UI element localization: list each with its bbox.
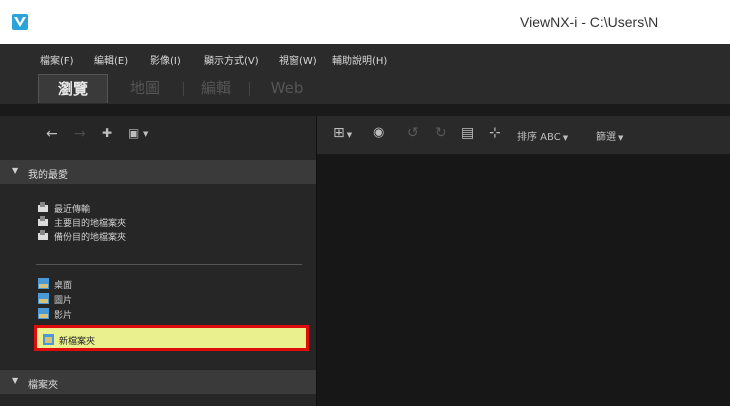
menu-edit[interactable]: 編輯(E) bbox=[94, 52, 128, 67]
backup-folder-icon bbox=[38, 230, 48, 240]
favorite-item-new-folder[interactable]: 新檔案夾 bbox=[34, 325, 309, 351]
transfer-folder-icon bbox=[38, 202, 48, 212]
chevron-down-icon: ▼ bbox=[346, 131, 353, 139]
favorites-view-icon[interactable]: ▣ bbox=[128, 126, 139, 140]
sort-options-icon: ⊹ bbox=[489, 125, 501, 141]
favorite-item-primary-destination[interactable]: 主要目的地檔案夾 bbox=[38, 216, 308, 229]
navigation-bar: ← → ✚ ▣ ▼ bbox=[0, 116, 317, 154]
favorite-item-pictures[interactable]: 圖片 bbox=[38, 293, 308, 306]
tab-separator bbox=[183, 82, 184, 96]
new-folder-icon bbox=[43, 334, 54, 345]
favorite-item-videos[interactable]: 影片 bbox=[38, 308, 308, 321]
favorites-title: 我的最愛 bbox=[28, 170, 68, 181]
tab-map[interactable]: 地圖 bbox=[110, 74, 180, 102]
back-arrow-icon[interactable]: ← bbox=[46, 126, 58, 142]
compare-button[interactable]: ▤ bbox=[461, 125, 474, 143]
favorite-label: 圖片 bbox=[54, 296, 73, 306]
favorite-label: 桌面 bbox=[54, 281, 73, 291]
tab-browse[interactable]: 瀏覽 bbox=[38, 74, 108, 103]
rotate-left-icon: ↺ bbox=[407, 125, 419, 141]
tab-edit[interactable]: 編輯 bbox=[186, 74, 246, 102]
viewer-icon: ◉ bbox=[373, 125, 385, 140]
grid-view-button[interactable]: ⊞ ▼ bbox=[333, 125, 352, 143]
menu-help[interactable]: 輔助說明(H) bbox=[332, 52, 387, 67]
add-favorite-icon[interactable]: ✚ bbox=[102, 126, 112, 140]
tab-separator bbox=[249, 82, 250, 96]
favorite-item-recent-transfer[interactable]: 最近傳輸 bbox=[38, 202, 308, 215]
desktop-folder-icon bbox=[38, 278, 49, 289]
chevron-down-icon[interactable]: ▼ bbox=[12, 376, 18, 385]
menu-bar: 檔案(F) 編輯(E) 影像(I) 顯示方式(V) 視窗(W) 輔助說明(H) bbox=[0, 44, 730, 74]
left-panel: ← → ✚ ▣ ▼ ▼ 我的最愛 ▼ 檔案夾 bbox=[0, 116, 317, 406]
favorite-label: 備份目的地檔案夾 bbox=[54, 233, 127, 243]
favorite-item-backup-destination[interactable]: 備份目的地檔案夾 bbox=[38, 230, 308, 243]
menu-view[interactable]: 顯示方式(V) bbox=[204, 52, 259, 67]
folders-header[interactable]: ▼ 檔案夾 bbox=[0, 370, 317, 394]
favorite-label: 主要目的地檔案夾 bbox=[54, 219, 127, 229]
rotate-right-button[interactable]: ↻ bbox=[435, 125, 447, 143]
favorites-header[interactable]: ▼ 我的最愛 bbox=[0, 160, 317, 184]
favorite-label: 影片 bbox=[54, 311, 73, 321]
viewer-toolbar: ⊞ ▼ ◉ ↺ ↻ ▤ ⊹ 排序 ABC ▼ 篩選 ▼ bbox=[317, 116, 730, 154]
chevron-down-icon: ▼ bbox=[618, 134, 624, 142]
tab-web[interactable]: Web bbox=[252, 74, 322, 102]
destination-folder-icon bbox=[38, 216, 48, 226]
chevron-down-icon: ▼ bbox=[562, 134, 569, 142]
favorite-item-desktop[interactable]: 桌面 bbox=[38, 278, 308, 291]
favorites-divider bbox=[36, 264, 302, 265]
rotate-right-icon: ↻ bbox=[435, 125, 447, 141]
chevron-down-icon[interactable]: ▼ bbox=[12, 166, 18, 175]
mode-tabs: 瀏覽 地圖 編輯 Web bbox=[0, 74, 730, 104]
filter-label: 篩選 bbox=[596, 132, 616, 143]
separator-strip bbox=[0, 104, 730, 116]
compare-icon: ▤ bbox=[461, 125, 475, 141]
sort-button[interactable]: 排序 ABC ▼ bbox=[517, 128, 568, 146]
menu-image[interactable]: 影像(I) bbox=[150, 52, 181, 67]
pictures-folder-icon bbox=[38, 293, 49, 304]
forward-arrow-icon[interactable]: → bbox=[74, 126, 86, 142]
rotate-left-button[interactable]: ↺ bbox=[407, 125, 419, 143]
grid-icon: ⊞ bbox=[333, 125, 345, 141]
sort-options-button[interactable]: ⊹ bbox=[489, 125, 501, 143]
filter-button[interactable]: 篩選 ▼ bbox=[596, 128, 623, 146]
menu-file[interactable]: 檔案(F) bbox=[40, 52, 74, 67]
folders-title: 檔案夾 bbox=[28, 380, 58, 391]
app-logo-icon bbox=[12, 14, 28, 30]
image-viewer-button[interactable]: ◉ bbox=[373, 125, 384, 143]
title-bar: ViewNX-i - C:\Users\N bbox=[0, 0, 730, 44]
videos-folder-icon bbox=[38, 308, 49, 319]
favorite-label: 新檔案夾 bbox=[59, 337, 96, 347]
thumbnail-area[interactable] bbox=[317, 154, 730, 406]
menu-window[interactable]: 視窗(W) bbox=[279, 52, 317, 67]
chevron-down-icon[interactable]: ▼ bbox=[143, 130, 148, 138]
window-title: ViewNX-i - C:\Users\N bbox=[520, 14, 659, 30]
sort-label: 排序 ABC bbox=[517, 132, 561, 143]
favorite-label: 最近傳輸 bbox=[54, 205, 91, 215]
